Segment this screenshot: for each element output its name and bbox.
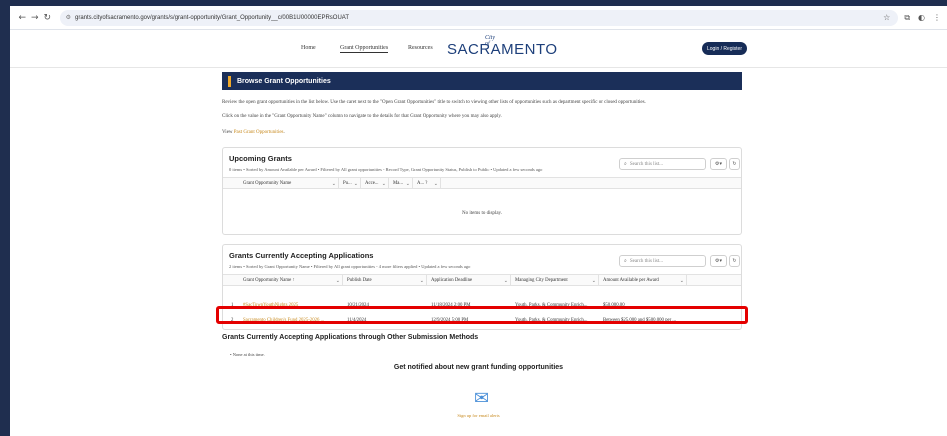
intro-line-1: Review the open grant opportunities in t…	[222, 100, 646, 105]
nav-resources[interactable]: Resources	[408, 45, 433, 51]
other-methods-none: • None at this time.	[230, 352, 265, 357]
intro-line-2: Click on the value in the "Grant Opportu…	[222, 114, 502, 119]
chevron-down-icon[interactable]: ⌄	[382, 181, 386, 187]
logo-name: SACRAMENTO	[447, 41, 558, 58]
extensions-icon[interactable]: ⧉	[904, 13, 910, 23]
list-settings-gear-icon[interactable]: ⚙▾	[710, 255, 727, 267]
browser-toolbar: ← → ↻ ⚙ grants.cityofsacramento.gov/gran…	[10, 6, 947, 30]
refresh-icon[interactable]: ↻	[729, 255, 740, 267]
refresh-icon[interactable]: ↻	[729, 158, 740, 170]
upcoming-subtitle: 0 items • Sorted by Amount Available per…	[229, 167, 543, 172]
col-grant-name[interactable]: Grant Opportunity Name ⌄	[239, 178, 339, 189]
forward-icon[interactable]: →	[29, 13, 42, 23]
upcoming-empty-text: No items to display.	[462, 211, 502, 216]
accepting-table-header: Grant Opportunity Name ↑ ⌄ Publish Date ⌄ …	[223, 274, 741, 286]
chevron-down-icon[interactable]: ⌄	[680, 278, 684, 284]
menu-icon[interactable]: ⋮	[933, 13, 941, 23]
email-alerts-link[interactable]: Sign up for email alerts	[10, 413, 947, 418]
site-info-icon[interactable]: ⚙	[66, 14, 71, 21]
intro-prefix: View	[222, 130, 234, 135]
site-header: Home Grant Opportunities Resources City …	[10, 31, 947, 68]
accepting-search-input[interactable]: ⌕ Search this list...	[619, 255, 706, 267]
chevron-down-icon[interactable]: ⌄	[406, 181, 410, 187]
intro-line-3: View Past Grant Opportunities.	[222, 130, 285, 135]
col-publish[interactable]: Pu... ⌄	[339, 178, 361, 189]
chevron-down-icon[interactable]: ⌄	[504, 278, 508, 284]
page-title: Browse Grant Opportunities	[237, 77, 331, 85]
upcoming-grants-card: Upcoming Grants 0 items • Sorted by Amou…	[222, 147, 742, 235]
highlight-box	[216, 306, 748, 324]
chevron-down-icon[interactable]: ⌄	[592, 278, 596, 284]
list-settings-gear-icon[interactable]: ⚙▾	[710, 158, 727, 170]
address-bar[interactable]: ⚙ grants.cityofsacramento.gov/grants/s/g…	[59, 9, 899, 26]
col-deadline[interactable]: Application Deadline ⌄	[427, 275, 511, 286]
chevron-down-icon[interactable]: ⌄	[354, 181, 358, 187]
col-managing[interactable]: Ma... ⌄	[389, 178, 413, 189]
url-text: grants.cityofsacramento.gov/grants/s/gra…	[74, 14, 350, 21]
chevron-down-icon[interactable]: ⌄	[332, 181, 336, 187]
col-amount[interactable]: A... ? ⌄	[413, 178, 441, 189]
nav-grant-opportunities[interactable]: Grant Opportunities	[340, 45, 389, 53]
bookmark-star-icon[interactable]: ☆	[883, 13, 890, 22]
upcoming-search-input[interactable]: ⌕ Search this list...	[619, 158, 706, 170]
accepting-subtitle: 2 items • Sorted by Grant Opportunity Na…	[229, 264, 471, 269]
upcoming-search-placeholder: Search this list...	[629, 161, 664, 167]
chevron-down-icon[interactable]: ⌄	[336, 278, 340, 284]
notify-title: Get notified about new grant funding opp…	[393, 364, 564, 371]
chevron-down-icon[interactable]: ⌄	[434, 181, 438, 187]
search-icon: ⌕	[624, 161, 627, 167]
col-publish-date[interactable]: Publish Date ⌄	[343, 275, 427, 286]
login-register-button[interactable]: Login / Register	[702, 42, 747, 55]
intro-suffix: .	[283, 130, 285, 135]
accepting-search-placeholder: Search this list...	[629, 258, 664, 264]
upcoming-table-header: Grant Opportunity Name ⌄ Pu... ⌄ Acce... ⌄ …	[223, 177, 741, 189]
past-grants-link[interactable]: Past Grant Opportunities	[234, 130, 284, 135]
browser-window: ← → ↻ ⚙ grants.cityofsacramento.gov/gran…	[10, 6, 947, 436]
accepting-title: Grants Currently Accepting Applications	[229, 251, 374, 260]
profile-icon[interactable]: ◐	[918, 13, 925, 23]
browse-banner: Browse Grant Opportunities	[222, 72, 742, 90]
nav-home[interactable]: Home	[301, 45, 316, 51]
browser-actions: ⧉ ◐ ⋮	[904, 13, 941, 23]
back-icon[interactable]: ←	[16, 13, 29, 23]
chevron-down-icon[interactable]: ⌄	[420, 278, 424, 284]
envelope-icon[interactable]: ✉	[474, 390, 489, 408]
upcoming-title: Upcoming Grants	[229, 154, 292, 163]
banner-accent	[228, 75, 231, 87]
col-amount[interactable]: Amount Available per Award ⌄	[599, 275, 687, 286]
search-icon: ⌕	[624, 258, 627, 264]
reload-icon[interactable]: ↻	[41, 13, 54, 23]
col-grant-name[interactable]: Grant Opportunity Name ↑ ⌄	[239, 275, 343, 286]
col-accepting[interactable]: Acce... ⌄	[361, 178, 389, 189]
col-department[interactable]: Managing City Department ⌄	[511, 275, 599, 286]
other-methods-title: Grants Currently Accepting Applications …	[222, 334, 479, 341]
